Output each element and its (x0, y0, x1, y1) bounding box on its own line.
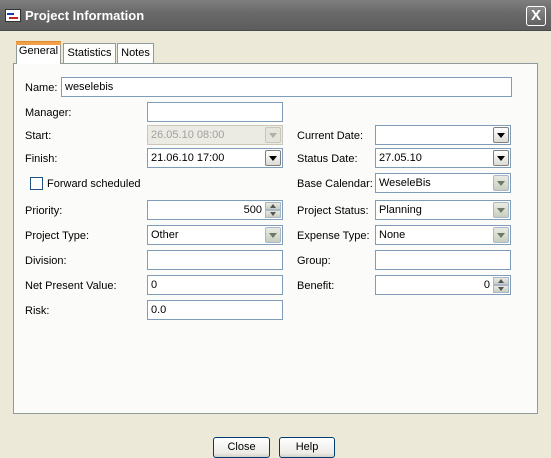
finish-label: Finish: (25, 153, 58, 165)
project-status-label: Project Status: (297, 205, 369, 217)
base-calendar-label: Base Calendar: (297, 178, 373, 190)
project-type-select[interactable]: Other (147, 225, 283, 245)
priority-value: 500 (243, 204, 262, 216)
group-label: Group: (297, 255, 331, 267)
chevron-down-icon[interactable] (493, 227, 509, 243)
tab-notes[interactable]: Notes (117, 43, 154, 63)
forward-scheduled-label: Forward scheduled (47, 178, 141, 190)
priority-label: Priority: (25, 205, 63, 217)
base-calendar-select[interactable]: WeseleBis (375, 173, 511, 193)
chevron-down-icon (265, 127, 281, 143)
start-date-picker: 26.05.10 08:00 (147, 125, 283, 145)
chevron-down-icon[interactable] (265, 150, 281, 166)
group-field[interactable] (375, 250, 511, 270)
start-value: 26.05.10 08:00 (151, 129, 225, 141)
chevron-down-icon[interactable] (265, 227, 281, 243)
division-field[interactable] (147, 250, 283, 270)
spinner-arrows-icon[interactable] (265, 202, 281, 218)
window-close-button[interactable]: X (526, 6, 546, 26)
app-icon (5, 9, 21, 22)
start-label: Start: (25, 130, 52, 142)
tab-general[interactable]: General (16, 41, 61, 64)
expense-type-select[interactable]: None (375, 225, 511, 245)
close-button[interactable]: Close (213, 437, 270, 458)
expense-type-value: None (379, 229, 406, 241)
risk-value: 0.0 (151, 304, 167, 316)
close-icon: X (530, 7, 541, 24)
project-status-value: Planning (379, 204, 422, 216)
tab-notes-label: Notes (121, 47, 150, 59)
tab-general-label: General (18, 45, 59, 57)
base-calendar-value: WeseleBis (379, 177, 431, 189)
project-type-value: Other (151, 229, 179, 241)
title-bar: Project Information X (0, 0, 551, 31)
division-label: Division: (25, 255, 67, 267)
risk-label: Risk: (25, 305, 50, 317)
chevron-down-icon[interactable] (493, 127, 509, 143)
chevron-down-icon[interactable] (493, 202, 509, 218)
spinner-arrows-icon[interactable] (493, 277, 509, 293)
manager-label: Manager: (25, 107, 72, 119)
project-type-label: Project Type: (25, 230, 89, 242)
benefit-spinner[interactable]: 0 (375, 275, 511, 295)
name-field[interactable]: weselebis (61, 77, 512, 97)
net-present-value-value: 0 (151, 279, 158, 291)
status-date-picker[interactable]: 27.05.10 (375, 148, 511, 168)
risk-field[interactable]: 0.0 (147, 300, 283, 320)
name-label: Name: (25, 82, 58, 94)
status-date-value: 27.05.10 (379, 152, 422, 164)
priority-spinner[interactable]: 500 (147, 200, 283, 220)
chevron-down-icon[interactable] (493, 175, 509, 191)
finish-date-picker[interactable]: 21.06.10 17:00 (147, 148, 283, 168)
current-date-label: Current Date: (297, 130, 364, 142)
manager-field[interactable] (147, 102, 283, 122)
benefit-label: Benefit: (297, 280, 335, 292)
finish-value: 21.06.10 17:00 (151, 152, 225, 164)
project-status-select[interactable]: Planning (375, 200, 511, 220)
name-value: weselebis (65, 81, 114, 93)
benefit-value: 0 (483, 279, 490, 291)
net-present-value-field[interactable]: 0 (147, 275, 283, 295)
tab-statistics-label: Statistics (67, 47, 112, 59)
help-button[interactable]: Help (279, 437, 335, 458)
chevron-down-icon[interactable] (493, 150, 509, 166)
status-date-label: Status Date: (297, 153, 358, 165)
net-present-value-label: Net Present Value: (25, 280, 117, 292)
expense-type-label: Expense Type: (297, 230, 370, 242)
tab-statistics[interactable]: Statistics (63, 43, 116, 63)
current-date-picker[interactable] (375, 125, 511, 145)
window-title: Project Information (25, 8, 145, 23)
forward-scheduled-checkbox[interactable] (30, 177, 43, 190)
